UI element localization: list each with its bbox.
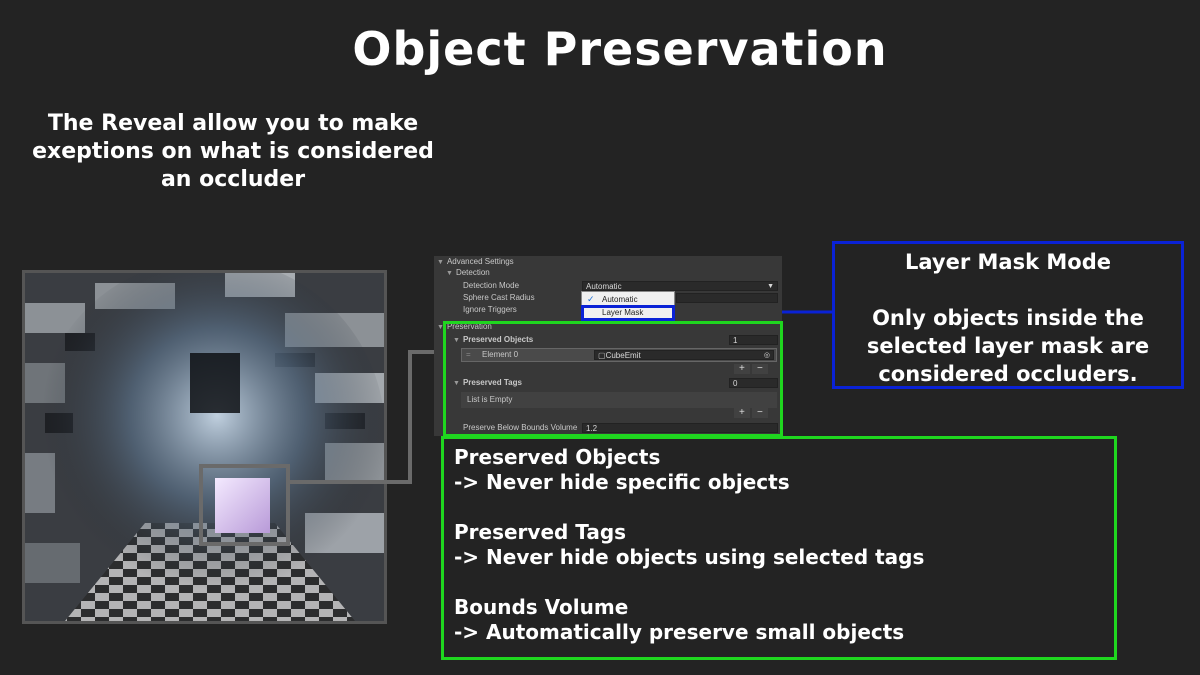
layer-mask-callout: Layer Mask Mode Only objects inside the … (832, 241, 1184, 389)
callout-heading: Bounds Volume (454, 595, 629, 619)
intro-line: an occluder (160, 167, 306, 192)
page-title: Object Preservation (352, 22, 888, 76)
detection-foldout[interactable]: ▼ Detection (446, 267, 490, 279)
cube-highlight-frame (199, 464, 290, 546)
callout-block: Preserved Tags -> Never hide objects usi… (454, 520, 1114, 570)
layer-mask-highlight (581, 305, 675, 321)
callout-line: selected layer mask are (866, 334, 1150, 358)
preservation-callout: Preserved Objects -> Never hide specific… (441, 436, 1117, 660)
sphere-cast-radius-label: Sphere Cast Radius (463, 293, 535, 302)
sphere-cast-radius-field[interactable] (676, 293, 778, 303)
chevron-down-icon: ▼ (767, 283, 774, 290)
callout-line: Only objects inside the (872, 306, 1144, 330)
callout-block: Preserved Objects -> Never hide specific… (454, 445, 1114, 495)
intro-line: The Reveal allow you to make (47, 111, 419, 136)
callout-line: -> Never hide specific objects (454, 470, 790, 494)
foldout-arrow-icon: ▼ (437, 259, 444, 266)
scene-viewport (22, 270, 387, 624)
callout-heading: Preserved Objects (454, 445, 661, 469)
callout-heading: Layer Mask Mode (905, 250, 1111, 274)
callout-line: -> Automatically preserve small objects (454, 620, 905, 644)
intro-text: The Reveal allow you to make exeptions o… (18, 110, 448, 194)
callout-heading: Preserved Tags (454, 520, 627, 544)
callout-block: Bounds Volume -> Automatically preserve … (454, 595, 1114, 645)
foldout-arrow-icon: ▼ (446, 270, 453, 277)
preservation-highlight (443, 321, 783, 437)
detection-mode-dropdown[interactable]: Automatic ▼ (582, 281, 778, 291)
ignore-triggers-label: Ignore Triggers (463, 305, 517, 314)
detection-mode-label: Detection Mode (463, 281, 520, 290)
callout-line: -> Never hide objects using selected tag… (454, 545, 925, 569)
intro-line: exeptions on what is considered (32, 139, 434, 164)
callout-line: considered occluders. (878, 362, 1138, 386)
